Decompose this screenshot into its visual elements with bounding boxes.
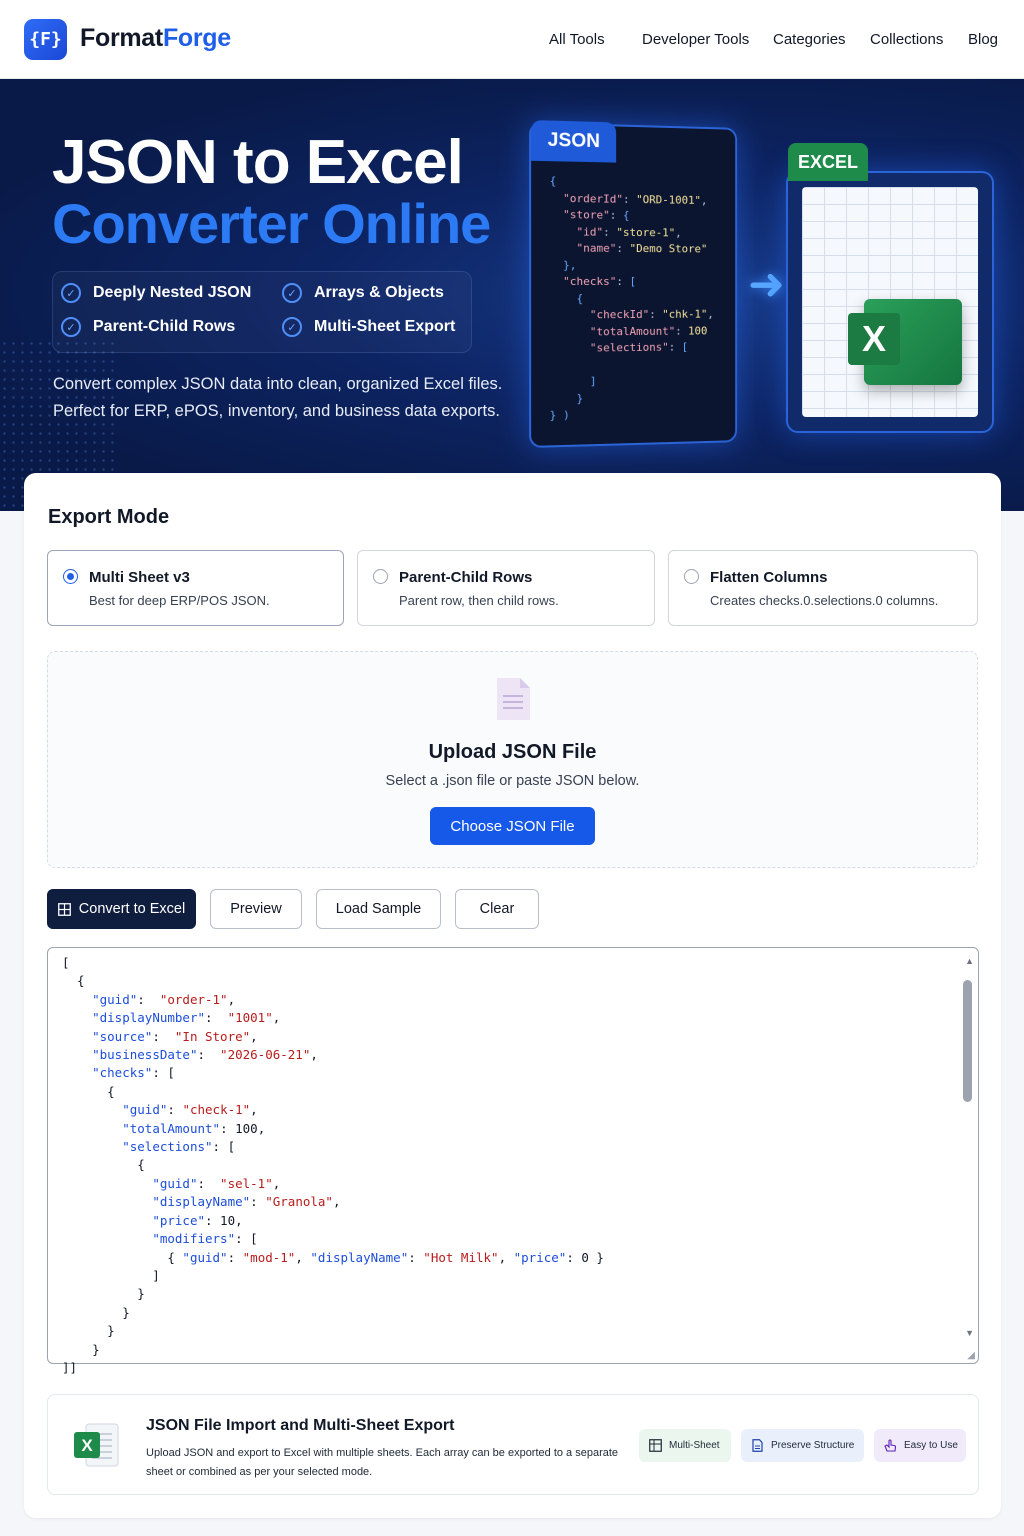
converter-panel: Export Mode Multi Sheet v3 Best for deep… [24,473,1001,1518]
choose-json-file-button[interactable]: Choose JSON File [430,807,595,845]
check-circle-icon: ✓ [282,283,302,303]
nav-developer-tools[interactable]: Developer Tools [642,31,749,48]
feature-item: ✓ Multi-Sheet Export [282,317,455,337]
convert-label: Convert to Excel [78,901,186,917]
nav-blog[interactable]: Blog [968,31,998,48]
feature-item: ✓ Parent-Child Rows [61,317,235,337]
hero-description-line1: Convert complex JSON data into clean, or… [53,375,503,393]
document-icon [752,1439,763,1452]
file-icon [497,678,530,720]
json-input-content: [ { "guid": "order-1", "displayNumber": … [62,955,604,1375]
sheet-icon [649,1439,662,1452]
upload-dropzone[interactable]: Upload JSON File Select a .json file or … [47,651,978,868]
upload-title: Upload JSON File [428,741,597,763]
hero-description: Convert complex JSON data into clean, or… [53,371,502,425]
nav-collections[interactable]: Collections [870,31,943,48]
radio-unselected-icon[interactable] [684,569,699,584]
arrow-right-icon: ➜ [748,260,785,309]
export-mode-name: Multi Sheet v3 [89,569,190,586]
json-label: JSON [531,120,617,163]
nav-all-tools[interactable]: All Tools [549,31,605,48]
export-mode-option-multi-sheet[interactable]: Multi Sheet v3 Best for deep ERP/POS JSO… [47,550,344,626]
radio-selected-icon[interactable] [63,569,78,584]
chip-label: Easy to Use [904,1440,958,1451]
export-mode-option-parent-child[interactable]: Parent-Child Rows Parent row, then child… [357,550,655,626]
convert-to-excel-button[interactable]: Convert to Excel [47,889,196,929]
brand-name-part1: Format [80,24,163,52]
hero-banner: JSON to Excel Converter Online ✓ Deeply … [0,79,1024,511]
chip-easy-to-use: Easy to Use [874,1429,966,1462]
feature-label: Parent-Child Rows [93,318,236,335]
check-circle-icon: ✓ [61,317,81,337]
scrollbar-thumb[interactable] [963,980,972,1102]
json-illustration-card: JSON { "orderId": "ORD-1001", "store": {… [529,120,738,448]
feature-label: Arrays & Objects [314,284,444,301]
radio-unselected-icon[interactable] [373,569,388,584]
excel-file-icon: X [74,1423,119,1467]
chip-multi-sheet: Multi-Sheet [639,1429,731,1462]
chip-label: Preserve Structure [771,1440,855,1451]
info-title: JSON File Import and Multi-Sheet Export [146,1417,455,1434]
feature-label: Deeply Nested JSON [93,284,252,301]
feature-label: Multi-Sheet Export [314,318,456,335]
export-mode-name: Parent-Child Rows [399,569,533,586]
info-banner: X JSON File Import and Multi-Sheet Expor… [47,1394,979,1495]
scroll-down-icon[interactable]: ▼ [965,1328,974,1338]
json-illustration-code: { "orderId": "ORD-1001", "store": { "id"… [549,174,714,423]
excel-illustration-card: EXCEL X [786,143,994,433]
spreadsheet-icon [57,902,71,916]
export-mode-desc: Best for deep ERP/POS JSON. [89,593,270,608]
chip-preserve-structure: Preserve Structure [741,1429,864,1462]
hero-title-line2: Converter Online [52,192,491,255]
export-mode-desc: Creates checks.0.selections.0 columns. [710,593,939,608]
resize-handle-icon[interactable]: ◢ [967,1350,975,1361]
export-mode-desc: Parent row, then child rows. [399,593,559,608]
export-mode-name: Flatten Columns [710,569,828,586]
chip-label: Multi-Sheet [669,1440,720,1451]
nav-categories[interactable]: Categories [773,31,846,48]
json-input-textarea[interactable]: [ { "guid": "order-1", "displayNumber": … [47,947,979,1375]
hero-title-line1: JSON to Excel [52,128,464,197]
preview-button[interactable]: Preview [210,889,302,929]
top-navigation-bar: {F} FormatForge All Tools Developer Tool… [0,0,1024,79]
info-description: Upload JSON and export to Excel with mul… [146,1447,619,1478]
spreadsheet-grid: X [802,187,978,417]
brand-name-part2: Forge [162,24,231,52]
hero-description-line2: Perfect for ERP, ePOS, inventory, and bu… [53,402,500,420]
excel-icon-letter: X [848,313,900,365]
load-sample-button[interactable]: Load Sample [316,889,441,929]
check-circle-icon: ✓ [282,317,302,337]
scroll-up-icon[interactable]: ▲ [965,956,974,966]
export-mode-title: Export Mode [48,506,170,528]
excel-label: EXCEL [788,143,868,181]
excel-icon: X [848,299,962,385]
clear-button[interactable]: Clear [455,889,539,929]
check-circle-icon: ✓ [61,283,81,303]
hand-icon [884,1439,897,1452]
svg-text:X: X [81,1436,93,1455]
feature-item: ✓ Arrays & Objects [282,283,444,303]
brand-name[interactable]: FormatForge [80,24,231,53]
export-mode-option-flatten[interactable]: Flatten Columns Creates checks.0.selecti… [668,550,978,626]
upload-subtitle: Select a .json file or paste JSON below. [385,773,640,789]
feature-item: ✓ Deeply Nested JSON [61,283,251,303]
logo-icon[interactable]: {F} [24,19,67,60]
